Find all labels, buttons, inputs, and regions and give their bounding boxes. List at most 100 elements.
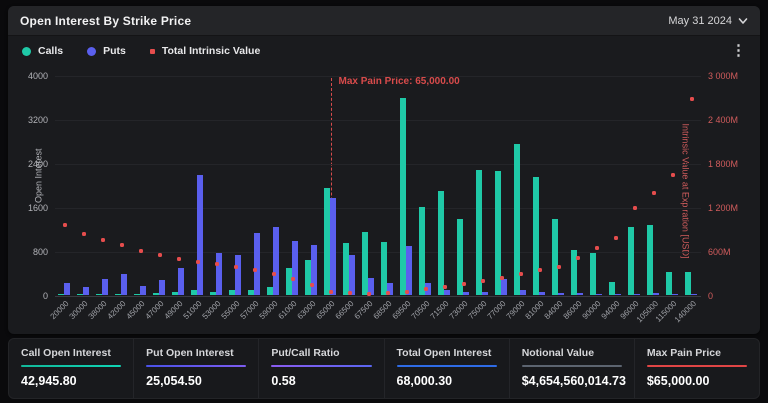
put-bar-57000[interactable] (254, 233, 260, 295)
put-bar-65000[interactable] (330, 198, 336, 295)
put-bar-66500[interactable] (349, 255, 355, 295)
put-bar-90000[interactable] (596, 294, 602, 295)
call-bar-115000[interactable] (666, 272, 672, 295)
intrinsic-value-dot-70500[interactable] (424, 287, 428, 291)
put-bar-81000[interactable] (539, 292, 545, 295)
legend-swatch-icon (87, 47, 96, 56)
stats-bar: Call Open Interest42,945.80Put Open Inte… (8, 338, 760, 399)
intrinsic-value-dot-61000[interactable] (291, 277, 295, 281)
date-selector-label: May 31 2024 (668, 15, 732, 27)
intrinsic-value-dot-42000[interactable] (120, 243, 124, 247)
stat-accent-rule (271, 365, 371, 367)
put-bar-94000[interactable] (615, 294, 621, 295)
intrinsic-value-dot-20000[interactable] (63, 223, 67, 227)
put-bar-59000[interactable] (273, 227, 279, 295)
stat-max-pain-price: Max Pain Price$65,000.00 (634, 339, 759, 398)
x-axis-label: 63000 (296, 299, 318, 321)
intrinsic-value-dot-57000[interactable] (253, 268, 257, 272)
call-bar-96000[interactable] (628, 227, 634, 295)
stat-label: Total Open Interest (397, 347, 497, 359)
intrinsic-value-dot-81000[interactable] (538, 268, 542, 272)
intrinsic-value-dot-86000[interactable] (576, 256, 580, 260)
call-bar-71500[interactable] (438, 191, 444, 296)
put-bar-51000[interactable] (197, 175, 203, 295)
put-bar-30000[interactable] (83, 287, 89, 295)
x-axis-label: 20000 (49, 299, 71, 321)
intrinsic-value-dot-84000[interactable] (557, 265, 561, 269)
intrinsic-value-dot-105000[interactable] (652, 191, 656, 195)
intrinsic-value-dot-96000[interactable] (633, 206, 637, 210)
intrinsic-value-dot-55000[interactable] (234, 265, 238, 269)
intrinsic-value-dot-30000[interactable] (82, 232, 86, 236)
intrinsic-value-dot-75000[interactable] (481, 279, 485, 283)
put-bar-53000[interactable] (216, 253, 222, 295)
date-selector[interactable]: May 31 2024 (668, 15, 748, 27)
intrinsic-value-dot-63000[interactable] (310, 283, 314, 287)
put-bar-55000[interactable] (235, 255, 241, 295)
legend-item-puts[interactable]: Puts (87, 45, 126, 57)
put-bar-96000[interactable] (634, 294, 640, 295)
stat-label: Put Open Interest (146, 347, 246, 359)
put-bar-77000[interactable] (501, 279, 507, 296)
gridline (55, 76, 701, 77)
put-bar-79000[interactable] (520, 290, 526, 295)
x-axis-label: 90000 (581, 299, 603, 321)
x-axis-label: 53000 (201, 299, 223, 321)
intrinsic-value-dot-53000[interactable] (215, 262, 219, 266)
put-bar-75000[interactable] (482, 292, 488, 295)
call-bar-81000[interactable] (533, 177, 539, 295)
call-bar-75000[interactable] (476, 170, 482, 295)
put-bar-20000[interactable] (64, 283, 70, 295)
put-bar-42000[interactable] (121, 274, 127, 295)
more-options-button[interactable]: ⋮ (731, 44, 746, 58)
intrinsic-value-dot-51000[interactable] (196, 260, 200, 264)
put-bar-61000[interactable] (292, 241, 298, 295)
put-bar-38000[interactable] (102, 279, 108, 296)
intrinsic-value-dot-94000[interactable] (614, 236, 618, 240)
legend-item-calls[interactable]: Calls (22, 45, 63, 57)
intrinsic-value-dot-69500[interactable] (405, 290, 409, 294)
put-bar-86000[interactable] (577, 293, 583, 295)
put-bar-69500[interactable] (406, 246, 412, 296)
put-bar-47000[interactable] (159, 280, 165, 295)
put-bar-140000[interactable] (691, 294, 697, 295)
put-bar-63000[interactable] (311, 245, 317, 295)
put-bar-71500[interactable] (444, 290, 450, 296)
intrinsic-value-dot-68500[interactable] (386, 291, 390, 295)
intrinsic-value-dot-71500[interactable] (443, 285, 447, 289)
legend-item-total-intrinsic-value[interactable]: Total Intrinsic Value (150, 45, 260, 57)
intrinsic-value-dot-65000[interactable] (329, 290, 333, 294)
call-bar-84000[interactable] (552, 219, 558, 295)
x-axis-label: 57000 (239, 299, 261, 321)
chevron-down-icon (738, 16, 748, 26)
intrinsic-value-dot-73000[interactable] (462, 282, 466, 286)
stat-label: Max Pain Price (647, 347, 747, 359)
intrinsic-value-dot-66500[interactable] (348, 291, 352, 295)
put-bar-84000[interactable] (558, 293, 564, 295)
intrinsic-value-dot-59000[interactable] (272, 272, 276, 276)
stat-put-call-ratio: Put/Call Ratio0.58 (258, 339, 383, 398)
stat-value: 25,054.50 (146, 374, 246, 388)
put-bar-45000[interactable] (140, 286, 146, 295)
call-bar-90000[interactable] (590, 253, 596, 295)
intrinsic-value-dot-38000[interactable] (101, 238, 105, 242)
intrinsic-value-dot-49000[interactable] (177, 257, 181, 261)
gridline (55, 120, 701, 121)
x-axis-label: 61000 (277, 299, 299, 321)
intrinsic-value-dot-77000[interactable] (500, 276, 504, 280)
stat-label: Notional Value (522, 347, 622, 359)
intrinsic-value-dot-115000[interactable] (671, 173, 675, 177)
put-bar-49000[interactable] (178, 268, 184, 296)
put-bar-115000[interactable] (672, 294, 678, 295)
intrinsic-value-dot-45000[interactable] (139, 249, 143, 253)
put-bar-105000[interactable] (653, 293, 659, 295)
intrinsic-value-dot-67500[interactable] (367, 292, 371, 296)
put-bar-73000[interactable] (463, 292, 469, 295)
call-bar-105000[interactable] (647, 225, 653, 295)
intrinsic-value-dot-90000[interactable] (595, 246, 599, 250)
call-bar-140000[interactable] (685, 272, 691, 295)
intrinsic-value-dot-79000[interactable] (519, 272, 523, 276)
call-bar-70500[interactable] (419, 207, 425, 295)
intrinsic-value-dot-47000[interactable] (158, 253, 162, 257)
intrinsic-value-dot-140000[interactable] (690, 97, 694, 101)
